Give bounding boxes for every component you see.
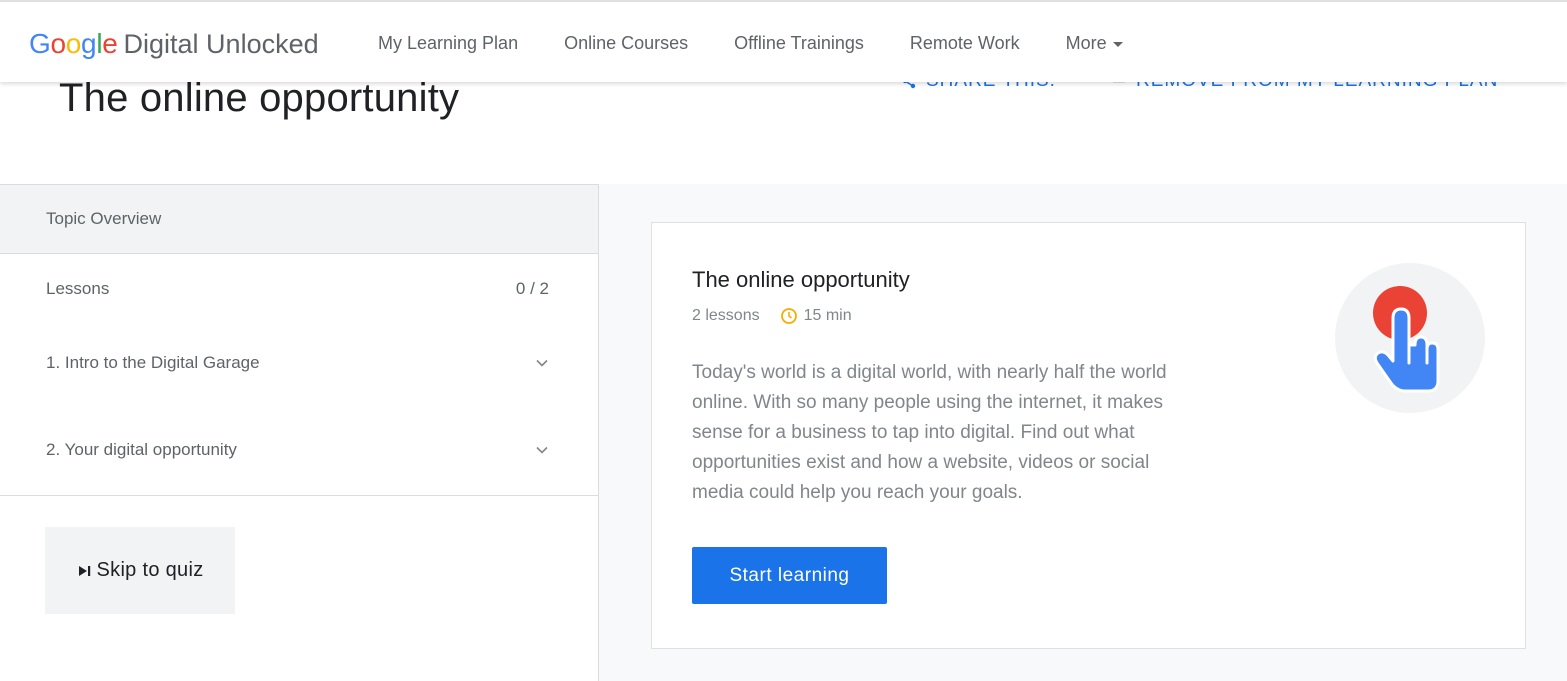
logo-letter: o bbox=[50, 28, 66, 59]
skip-next-icon bbox=[77, 563, 93, 579]
lessons-label: Lessons bbox=[46, 279, 110, 298]
start-learning-button[interactable]: Start learning bbox=[692, 547, 887, 604]
lesson-item[interactable]: 2. Your digital opportunity bbox=[46, 440, 549, 460]
caret-down-icon bbox=[1112, 42, 1123, 47]
main-content: The online opportunity 2 lessons 15 min … bbox=[599, 184, 1567, 681]
lesson-sidebar: Topic Overview Lessons 0 / 2 1. Intro to… bbox=[0, 184, 599, 681]
product-name: Digital Unlocked bbox=[123, 29, 319, 59]
skip-label: Skip to quiz bbox=[96, 559, 204, 581]
clock-icon bbox=[780, 307, 798, 325]
chevron-down-icon bbox=[535, 356, 549, 370]
top-header: Google Digital Unlocked My Learning Plan… bbox=[0, 0, 1567, 82]
page-root: The online opportunity Share this: Remov… bbox=[0, 0, 1567, 681]
main-nav: My Learning Plan Online Courses Offline … bbox=[378, 33, 1123, 54]
nav-offline-trainings[interactable]: Offline Trainings bbox=[734, 33, 864, 54]
nav-more-dropdown[interactable]: More bbox=[1066, 33, 1123, 54]
google-wordmark: Google bbox=[29, 28, 118, 60]
sidebar-divider bbox=[0, 495, 598, 496]
skip-to-quiz-button[interactable]: Skip to quiz bbox=[45, 527, 235, 614]
chevron-down-icon bbox=[535, 443, 549, 457]
nav-remote-work[interactable]: Remote Work bbox=[910, 33, 1020, 54]
card-title: The online opportunity bbox=[692, 267, 910, 292]
lessons-progress: 0 / 2 bbox=[515, 279, 549, 298]
lesson-item[interactable]: 1. Intro to the Digital Garage bbox=[46, 353, 549, 373]
logo-letter: G bbox=[29, 28, 51, 59]
logo-letter: o bbox=[65, 28, 82, 59]
topic-card: The online opportunity 2 lessons 15 min … bbox=[651, 222, 1526, 649]
lessons-header: Lessons 0 / 2 bbox=[46, 279, 549, 299]
topic-description: Today's world is a digital world, with n… bbox=[692, 362, 1167, 503]
lesson-count: 2 lessons bbox=[692, 307, 760, 324]
page-title: The online opportunity bbox=[59, 76, 460, 120]
lesson-label: 1. Intro to the Digital Garage bbox=[46, 353, 260, 372]
duration: 15 min bbox=[803, 307, 852, 324]
tap-hand-illustration bbox=[1335, 263, 1485, 413]
nav-online-courses[interactable]: Online Courses bbox=[564, 33, 688, 54]
logo-letter: e bbox=[102, 28, 118, 59]
nav-more-label: More bbox=[1065, 33, 1107, 53]
topic-overview-label: Topic Overview bbox=[46, 209, 162, 228]
topic-overview-tab[interactable]: Topic Overview bbox=[0, 185, 598, 254]
lesson-label: 2. Your digital opportunity bbox=[46, 440, 237, 459]
logo-letter: g bbox=[81, 28, 97, 59]
topic-meta: 2 lessons 15 min bbox=[692, 307, 852, 325]
site-logo[interactable]: Google Digital Unlocked bbox=[29, 28, 319, 60]
nav-my-learning-plan[interactable]: My Learning Plan bbox=[378, 33, 518, 54]
tap-hand-icon bbox=[1373, 286, 1440, 393]
